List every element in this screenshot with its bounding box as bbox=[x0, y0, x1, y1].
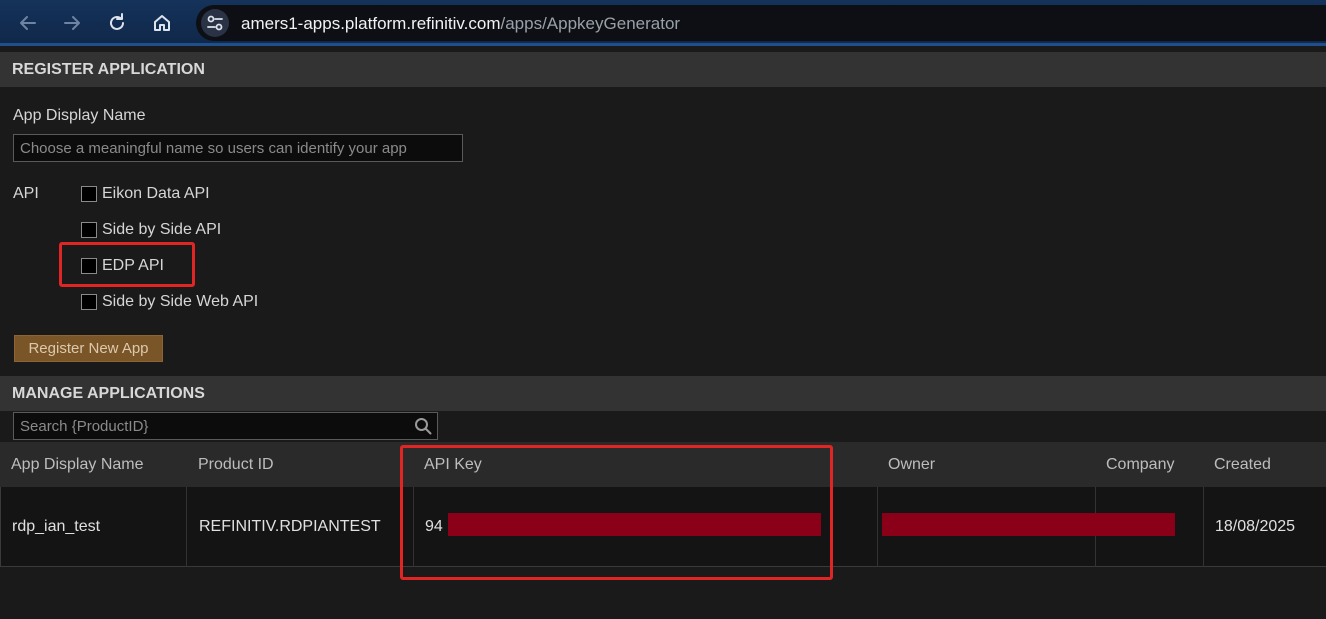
register-section-header: REGISTER APPLICATION bbox=[0, 52, 1326, 87]
back-button[interactable] bbox=[14, 9, 42, 37]
app-name-input[interactable] bbox=[13, 134, 463, 162]
side-by-side-label: Side by Side API bbox=[102, 221, 222, 238]
side-by-side-checkbox[interactable] bbox=[81, 222, 97, 238]
api-key-highlight-box bbox=[400, 445, 833, 580]
arrow-right-icon bbox=[64, 16, 80, 30]
home-button[interactable] bbox=[148, 9, 176, 37]
url-text[interactable]: amers1-apps.platform.refinitiv.com/apps/… bbox=[241, 14, 680, 34]
cell-product-id: REFINITIV.RDPIANTEST bbox=[199, 518, 381, 535]
api-label: API bbox=[13, 185, 39, 202]
eikon-data-label: Eikon Data API bbox=[102, 185, 210, 202]
side-by-side-web-label: Side by Side Web API bbox=[102, 293, 259, 310]
browser-toolbar: amers1-apps.platform.refinitiv.com/apps/… bbox=[0, 0, 1326, 46]
side-by-side-web-checkbox[interactable] bbox=[81, 294, 97, 310]
edp-highlight-box bbox=[59, 242, 195, 287]
reload-button[interactable] bbox=[103, 9, 131, 37]
column-header-owner[interactable]: Owner bbox=[888, 442, 935, 487]
arrow-left-icon bbox=[20, 16, 36, 30]
home-icon bbox=[154, 15, 170, 31]
column-header-created[interactable]: Created bbox=[1214, 442, 1271, 487]
column-header-company[interactable]: Company bbox=[1106, 442, 1174, 487]
search-icon[interactable] bbox=[414, 417, 432, 435]
column-header-product-id[interactable]: Product ID bbox=[198, 442, 274, 487]
reload-icon bbox=[110, 13, 124, 30]
app-name-label: App Display Name bbox=[13, 107, 146, 124]
column-divider bbox=[186, 487, 187, 567]
url-host: amers1-apps.platform.refinitiv.com bbox=[241, 14, 501, 33]
search-input[interactable] bbox=[14, 413, 421, 439]
search-box[interactable] bbox=[13, 412, 438, 440]
manage-section-header: MANAGE APPLICATIONS bbox=[0, 376, 1326, 411]
column-header-app-name[interactable]: App Display Name bbox=[11, 442, 144, 487]
forward-button[interactable] bbox=[58, 9, 86, 37]
eikon-data-checkbox[interactable] bbox=[81, 186, 97, 202]
site-info-button[interactable] bbox=[201, 9, 229, 37]
owner-company-redaction bbox=[882, 513, 1175, 536]
register-new-app-button[interactable]: Register New App bbox=[14, 335, 163, 362]
cell-app-name: rdp_ian_test bbox=[12, 518, 101, 535]
column-divider bbox=[877, 487, 878, 567]
column-divider bbox=[1203, 487, 1204, 567]
url-path: /apps/AppkeyGenerator bbox=[500, 14, 681, 33]
tune-icon bbox=[207, 15, 223, 31]
address-bar[interactable]: amers1-apps.platform.refinitiv.com/apps/… bbox=[196, 5, 1326, 41]
cell-created: 18/08/2025 bbox=[1215, 518, 1296, 535]
